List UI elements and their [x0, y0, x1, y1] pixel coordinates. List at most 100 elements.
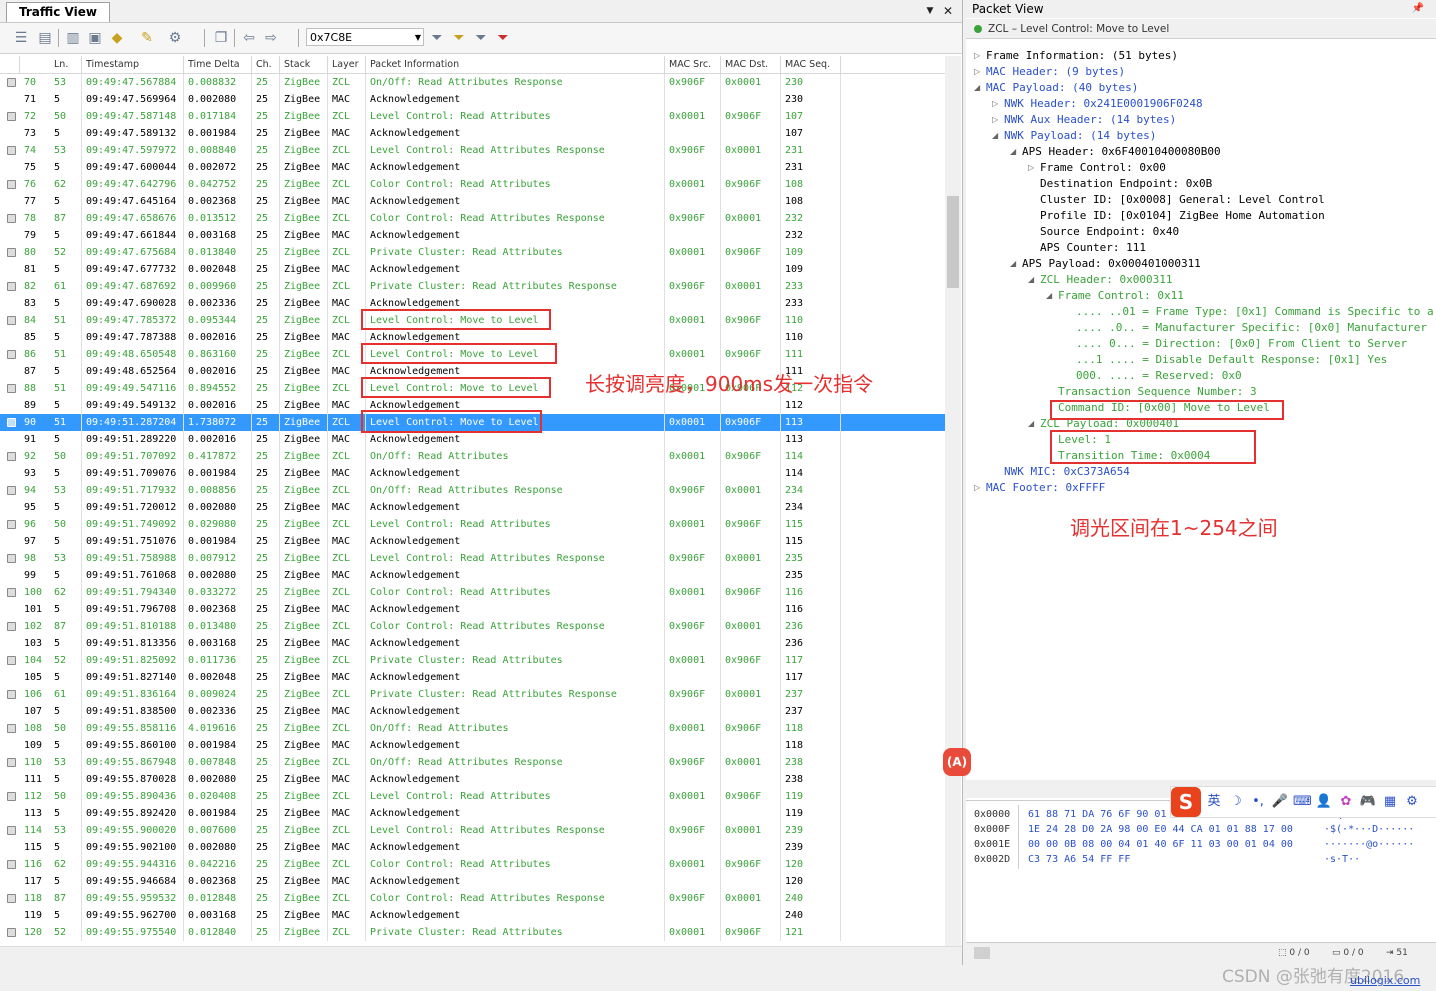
table-row[interactable]: 96 50 09:49:51.749092 0.029080 25 ZigBee ZCL Le… — [0, 516, 945, 533]
tree-node[interactable]: Source Endpoint: 0x40 — [1040, 224, 1179, 240]
table-row[interactable]: 120 52 09:49:55.975540 0.012840 25 ZigBee ZCL P… — [0, 924, 945, 941]
hex-ascii[interactable]: ·$(·*···D······ — [1324, 822, 1414, 837]
grid-icon[interactable]: ▦ — [1381, 793, 1399, 811]
keyboard-icon[interactable]: ⌨ — [1293, 793, 1312, 811]
close-icon[interactable]: ✕ — [940, 3, 956, 19]
tree-node[interactable]: MAC Footer: 0xFFFF — [986, 480, 1105, 496]
brush-icon[interactable]: ✎ — [138, 29, 156, 47]
copy-icon[interactable]: ❐ — [212, 29, 230, 47]
header-ln[interactable]: Ln. — [50, 56, 82, 73]
hex-bytes[interactable]: 00 00 0B 08 00 04 01 40 6F 11 03 00 01 0… — [1028, 837, 1293, 852]
table-row[interactable]: 78 87 09:49:47.658676 0.013512 25 ZigBee ZCL Co… — [0, 210, 945, 227]
tree-node[interactable]: Profile ID: [0x0104] ZigBee Home Automat… — [1040, 208, 1325, 224]
tree-node[interactable]: NWK Payload: (14 bytes) — [1004, 128, 1156, 144]
table-row[interactable]: 98 53 09:49:51.758988 0.007912 25 ZigBee ZCL Le… — [0, 550, 945, 567]
collapse-arrow-icon[interactable]: ◢ — [1028, 275, 1034, 284]
header-layer[interactable]: Layer — [328, 56, 366, 73]
table-row[interactable]: 101 5 09:49:51.796708 0.002368 25 ZigBee MAC Ac… — [0, 601, 945, 618]
table-row[interactable]: 110 53 09:49:55.867948 0.007848 25 ZigBee ZCL O… — [0, 754, 945, 771]
header-timestamp[interactable]: Timestamp — [82, 56, 184, 73]
expand-arrow-icon[interactable]: ▷ — [974, 483, 980, 492]
language-toggle-icon[interactable]: 英 — [1205, 793, 1223, 811]
collapse-arrow-icon[interactable]: ◢ — [1010, 147, 1016, 156]
logo-link[interactable]: ubilogix.com — [1350, 974, 1420, 987]
table-row[interactable]: 99 5 09:49:51.761068 0.002080 25 ZigBee MAC Ack… — [0, 567, 945, 584]
table-row[interactable]: 113 5 09:49:55.892420 0.001984 25 ZigBee MAC Ac… — [0, 805, 945, 822]
tree-node[interactable]: ...1 .... = Disable Default Response: [0… — [1076, 352, 1387, 368]
expand-arrow-icon[interactable]: ▷ — [992, 99, 998, 108]
table-row[interactable]: 70 53 09:49:47.567884 0.008832 25 ZigBee ZCL On… — [0, 74, 945, 91]
table-row[interactable]: 108 50 09:49:55.858116 4.019616 25 ZigBee ZCL O… — [0, 720, 945, 737]
filter-clear-icon[interactable]: ⏷ — [494, 29, 512, 47]
table-row[interactable]: 77 5 09:49:47.645164 0.002368 25 ZigBee MAC Ack… — [0, 193, 945, 210]
hex-bytes[interactable]: 1E 24 28 D0 2A 98 00 E0 44 CA 01 01 88 1… — [1028, 822, 1293, 837]
table-row[interactable]: 109 5 09:49:55.860100 0.001984 25 ZigBee MAC Ac… — [0, 737, 945, 754]
table-row[interactable]: 71 5 09:49:47.569964 0.002080 25 ZigBee MAC Ack… — [0, 91, 945, 108]
tree-node[interactable]: APS Header: 0x6F40010400080B00 — [1022, 144, 1221, 160]
forward-icon[interactable]: ⇨ — [262, 29, 280, 47]
header-mac-seq[interactable]: MAC Seq. — [781, 56, 841, 73]
settings-icon[interactable]: ⚙ — [1403, 793, 1421, 811]
collapse-arrow-icon[interactable]: ◢ — [1046, 291, 1052, 300]
tree-node[interactable]: NWK Aux Header: (14 bytes) — [1004, 112, 1176, 128]
table-row[interactable]: 93 5 09:49:51.709076 0.001984 25 ZigBee MAC Ack… — [0, 465, 945, 482]
table-row[interactable]: 79 5 09:49:47.661844 0.003168 25 ZigBee MAC Ack… — [0, 227, 945, 244]
tree-node[interactable]: Destination Endpoint: 0x0B — [1040, 176, 1212, 192]
floating-assistant-button[interactable]: (A) — [943, 748, 971, 776]
collapse-arrow-icon[interactable]: ◢ — [992, 131, 998, 140]
table-row[interactable]: 117 5 09:49:55.946684 0.002368 25 ZigBee MAC Ac… — [0, 873, 945, 890]
table-row[interactable]: 119 5 09:49:55.962700 0.003168 25 ZigBee MAC Ac… — [0, 907, 945, 924]
list-icon[interactable]: ☰ — [12, 29, 30, 47]
dropdown-icon[interactable]: ▼ — [922, 3, 938, 19]
scrollbar-thumb[interactable] — [947, 196, 959, 288]
table-row[interactable]: 94 53 09:49:51.717932 0.008856 25 ZigBee ZCL On… — [0, 482, 945, 499]
package-icon[interactable]: ◆ — [108, 29, 126, 47]
header-mac-dst[interactable]: MAC Dst. — [721, 56, 781, 73]
tree-node[interactable]: Frame Information: (51 bytes) — [986, 48, 1178, 64]
tree-node[interactable]: Cluster ID: [0x0008] General: Level Cont… — [1040, 192, 1325, 208]
tree-node[interactable]: MAC Header: (9 bytes) — [986, 64, 1125, 80]
sogou-logo-icon[interactable]: S — [1171, 787, 1201, 817]
filter-edit-icon[interactable]: ⏷ — [472, 29, 490, 47]
table-row[interactable]: 105 5 09:49:51.827140 0.002048 25 ZigBee MAC Ac… — [0, 669, 945, 686]
microphone-icon[interactable]: 🎤 — [1271, 793, 1289, 811]
collapse-arrow-icon[interactable]: ◢ — [974, 83, 980, 92]
tree-node[interactable]: .... ..01 = Frame Type: [0x1] Command is… — [1076, 304, 1434, 320]
expand-arrow-icon[interactable]: ▷ — [974, 51, 980, 60]
gear-icon[interactable]: ⚙ — [166, 29, 184, 47]
skin-icon[interactable]: ✿ — [1337, 793, 1355, 811]
table-row[interactable]: 104 52 09:49:51.825092 0.011736 25 ZigBee ZCL P… — [0, 652, 945, 669]
table-row[interactable]: 81 5 09:49:47.677732 0.002048 25 ZigBee MAC Ack… — [0, 261, 945, 278]
filter-input[interactable]: 0x7C8E ▼ — [306, 28, 424, 46]
table-row[interactable]: 95 5 09:49:51.720012 0.002080 25 ZigBee MAC Ack… — [0, 499, 945, 516]
expand-arrow-icon[interactable]: ▷ — [974, 67, 980, 76]
table-row[interactable]: 116 62 09:49:55.944316 0.042216 25 ZigBee ZCL C… — [0, 856, 945, 873]
hex-ascii[interactable]: ·······@o······ — [1324, 837, 1414, 852]
horizontal-scrollbar[interactable] — [0, 946, 962, 965]
expand-arrow-icon[interactable]: ▷ — [1028, 163, 1034, 172]
table-row[interactable]: 76 62 09:49:47.642796 0.042752 25 ZigBee ZCL Co… — [0, 176, 945, 193]
table-row[interactable]: 114 53 09:49:55.900020 0.007600 25 ZigBee ZCL L… — [0, 822, 945, 839]
header-stack[interactable]: Stack — [280, 56, 328, 73]
collapse-arrow-icon[interactable]: ◢ — [1010, 259, 1016, 268]
header-packet-info[interactable]: Packet Information — [366, 56, 665, 73]
back-icon[interactable]: ⇦ — [240, 29, 258, 47]
collapse-arrow-icon[interactable]: ◢ — [1028, 419, 1034, 428]
table-row[interactable]: 111 5 09:49:55.870028 0.002080 25 ZigBee MAC Ac… — [0, 771, 945, 788]
hex-ascii[interactable]: ·s·T·· — [1324, 852, 1360, 867]
tree-node[interactable]: MAC Payload: (40 bytes) — [986, 80, 1138, 96]
tree-node[interactable]: ZCL Header: 0x000311 — [1040, 272, 1172, 288]
moon-icon[interactable]: ☽ — [1227, 793, 1245, 811]
table-row[interactable]: 91 5 09:49:51.289220 0.002016 25 ZigBee MAC Ack… — [0, 431, 945, 448]
chevron-down-icon[interactable]: ▼ — [415, 29, 421, 47]
table-row[interactable]: 106 61 09:49:51.836164 0.009024 25 ZigBee ZCL P… — [0, 686, 945, 703]
header-time-delta[interactable]: Time Delta — [184, 56, 252, 73]
columns-icon[interactable]: ▥ — [64, 29, 82, 47]
tree-node[interactable]: .... 0... = Direction: [0x0] From Client… — [1076, 336, 1407, 352]
tree-node[interactable]: .... .0.. = Manufacturer Specific: [0x0]… — [1076, 320, 1427, 336]
table-row[interactable]: 74 53 09:49:47.597972 0.008840 25 ZigBee ZCL Le… — [0, 142, 945, 159]
table-row[interactable]: 92 50 09:49:51.707092 0.417872 25 ZigBee ZCL On… — [0, 448, 945, 465]
tree-node[interactable]: NWK Header: 0x241E0001906F0248 — [1004, 96, 1203, 112]
filter-icon[interactable]: ⏷ — [428, 29, 446, 47]
table-row[interactable]: 72 50 09:49:47.587148 0.017184 25 ZigBee ZCL Le… — [0, 108, 945, 125]
